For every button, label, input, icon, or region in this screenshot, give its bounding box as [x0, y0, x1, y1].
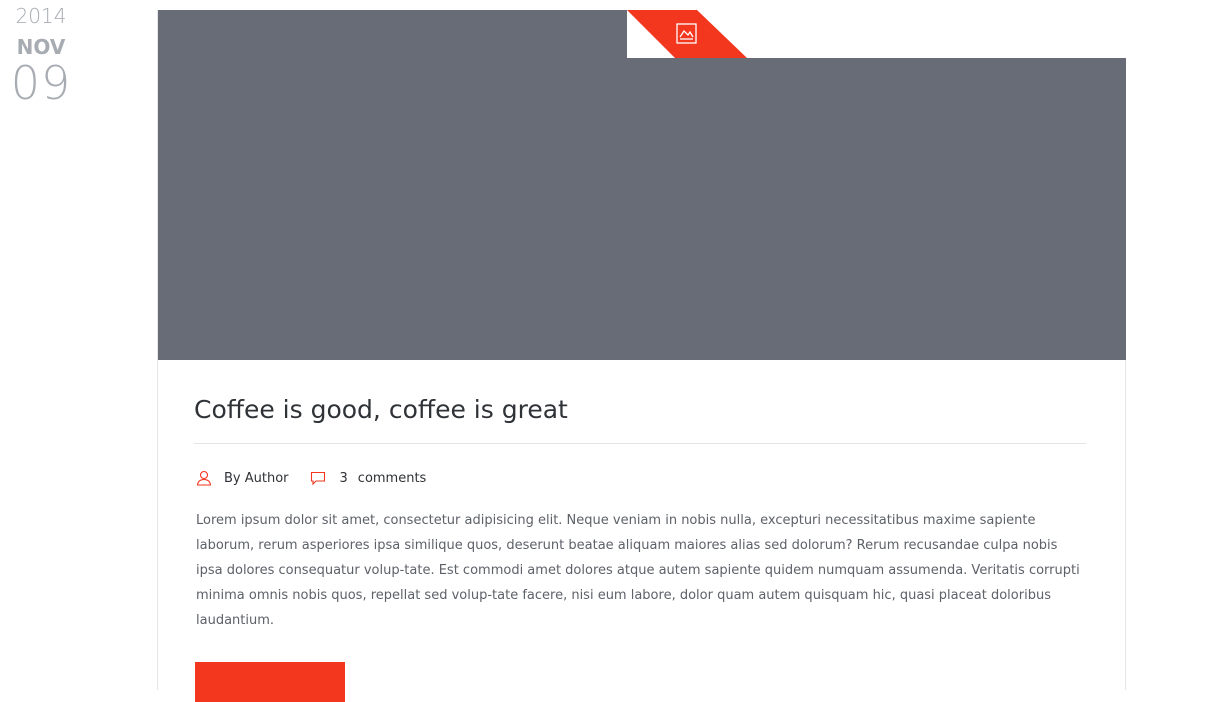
post-title[interactable]: Coffee is good, coffee is great	[194, 360, 1086, 426]
post-date-day: 09	[10, 56, 72, 110]
post-date-month: NOV	[16, 35, 66, 59]
post-meta: By Author 3 comments	[194, 468, 1086, 488]
post-author[interactable]: By Author	[196, 470, 289, 486]
user-icon	[196, 470, 212, 486]
blog-post-card: Coffee is good, coffee is great By Autho…	[157, 10, 1127, 702]
post-comments-link[interactable]: 3 comments	[310, 470, 427, 486]
post-body: Coffee is good, coffee is great By Autho…	[194, 360, 1086, 633]
post-date: 2014 NOV 09	[0, 4, 82, 106]
read-more-button[interactable]	[195, 662, 345, 702]
comment-icon	[310, 470, 326, 486]
post-excerpt: Lorem ipsum dolor sit amet, consectetur …	[196, 513, 1080, 628]
post-date-year: 2014	[15, 4, 67, 28]
title-divider	[194, 443, 1086, 444]
post-author-label: By Author	[224, 470, 289, 486]
comments-label: comments	[357, 470, 427, 486]
post-format-badge	[627, 10, 747, 58]
comments-count: 3	[339, 470, 348, 486]
post-featured-image[interactable]	[158, 10, 1126, 360]
